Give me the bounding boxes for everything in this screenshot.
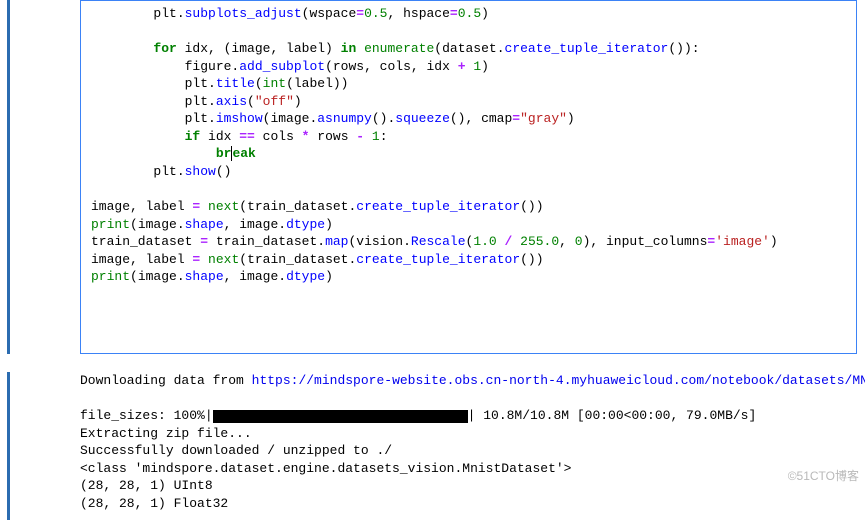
code-fn: subplots_adjust — [185, 6, 302, 21]
class-repr-line: <class 'mindspore.dataset.engine.dataset… — [80, 461, 571, 476]
output-cell-body: Downloading data from https://mindspore-… — [16, 372, 865, 520]
code-editor[interactable]: plt.subplots_adjust(wspace=0.5, hspace=0… — [81, 1, 846, 290]
file-sizes-post: | 10.8M/10.8M [00:00<00:00, 79.0MB/s] — [468, 408, 757, 423]
text-cursor: eak — [231, 146, 255, 161]
output-text: Downloading data from https://mindspore-… — [80, 372, 865, 512]
progress-bar — [213, 410, 468, 423]
keyword-for: for — [153, 41, 176, 56]
shape-line-2: (28, 28, 1) Float32 — [80, 496, 228, 511]
code-text: plt. — [91, 6, 185, 21]
cell-gutter — [0, 0, 16, 354]
code-cell[interactable]: plt.subplots_adjust(wspace=0.5, hspace=0… — [0, 0, 865, 354]
keyword-in: in — [341, 41, 357, 56]
shape-line-1: (28, 28, 1) UInt8 — [80, 478, 213, 493]
keyword-break: br — [216, 146, 232, 161]
download-line: Downloading data from — [80, 373, 252, 388]
code-cell-body[interactable]: plt.subplots_adjust(wspace=0.5, hspace=0… — [80, 0, 857, 354]
output-cell: Downloading data from https://mindspore-… — [0, 372, 865, 520]
watermark: ©51CTO博客 — [788, 468, 859, 484]
extracting-line: Extracting zip file... — [80, 426, 252, 441]
success-line: Successfully downloaded / unzipped to ./ — [80, 443, 392, 458]
download-url-link[interactable]: https://mindspore-website.obs.cn-north-4… — [252, 373, 865, 388]
keyword-if: if — [185, 129, 201, 144]
output-gutter — [0, 372, 16, 520]
file-sizes-label: file_sizes: 100%| — [80, 408, 213, 423]
